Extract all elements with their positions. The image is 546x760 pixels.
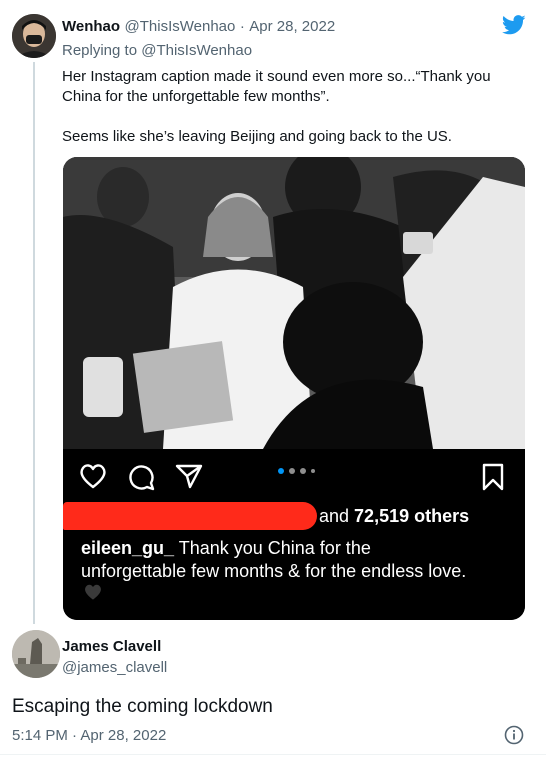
replying-prefix: Replying to bbox=[62, 42, 142, 59]
info-icon[interactable] bbox=[504, 725, 524, 745]
instagram-caption: eileen_gu_ Thank you China for the unfor… bbox=[81, 537, 521, 583]
carousel-dot bbox=[311, 469, 315, 473]
carousel-dots bbox=[278, 468, 315, 474]
divider bbox=[0, 754, 546, 755]
header-separator: · bbox=[239, 18, 245, 35]
comment-icon[interactable] bbox=[127, 463, 155, 491]
caption-line-2: unforgettable few months & for the endle… bbox=[81, 561, 467, 581]
caption-username: eileen_gu_ bbox=[81, 538, 175, 558]
tweet-date[interactable]: Apr 28, 2022 bbox=[249, 18, 335, 35]
reply-author-name[interactable]: James Clavell bbox=[62, 638, 161, 655]
tweet-media[interactable]: and 72,519 others eileen_gu_ Thank you C… bbox=[63, 157, 525, 620]
tweet-header: Wenhao @ThisIsWenhao · Apr 28, 2022 bbox=[62, 18, 335, 36]
replying-handle[interactable]: @ThisIsWenhao bbox=[141, 42, 252, 59]
reply-separator: · bbox=[72, 727, 78, 744]
carousel-dot bbox=[300, 468, 306, 474]
instagram-post-bar: and 72,519 others eileen_gu_ Thank you C… bbox=[63, 449, 525, 620]
share-icon[interactable] bbox=[175, 463, 203, 489]
reply-date: Apr 28, 2022 bbox=[80, 727, 167, 744]
tweet-text-line-3: Seems like she’s leaving Beijing and goi… bbox=[62, 128, 452, 145]
black-heart-emoji: 🖤 bbox=[83, 583, 103, 606]
tweet-body: Her Instagram caption made it sound even… bbox=[62, 67, 532, 147]
black-heart-icon bbox=[85, 584, 101, 600]
caption-line-1: Thank you China for the bbox=[174, 538, 371, 558]
author-name[interactable]: Wenhao bbox=[62, 18, 120, 35]
twitter-bird-icon[interactable] bbox=[502, 15, 526, 35]
replying-to: Replying to @ThisIsWenhao bbox=[62, 42, 252, 59]
likes-number: 72,519 others bbox=[354, 506, 470, 526]
likes-count: and 72,519 others bbox=[319, 506, 469, 527]
instagram-photo bbox=[63, 157, 525, 449]
reply-author-handle[interactable]: @james_clavell bbox=[62, 659, 167, 676]
heart-icon[interactable] bbox=[79, 463, 107, 489]
reply-text: Escaping the coming lockdown bbox=[12, 696, 273, 717]
james-clavell-avatar[interactable] bbox=[12, 630, 60, 678]
carousel-dot bbox=[289, 468, 295, 474]
wenhao-avatar[interactable] bbox=[12, 14, 56, 58]
author-handle[interactable]: @ThisIsWenhao bbox=[125, 18, 236, 35]
tweet-text-line-2: China for the unforgettable few months”. bbox=[62, 88, 330, 105]
carousel-dot-active bbox=[278, 468, 284, 474]
reply-time: 5:14 PM bbox=[12, 727, 68, 744]
redaction-mark bbox=[63, 502, 317, 530]
tweet-text-line-1: Her Instagram caption made it sound even… bbox=[62, 68, 491, 85]
reply-timestamp[interactable]: 5:14 PM · Apr 28, 2022 bbox=[12, 727, 166, 744]
bookmark-icon[interactable] bbox=[481, 463, 505, 491]
thread-line bbox=[33, 62, 35, 624]
likes-prefix: and bbox=[319, 506, 355, 526]
